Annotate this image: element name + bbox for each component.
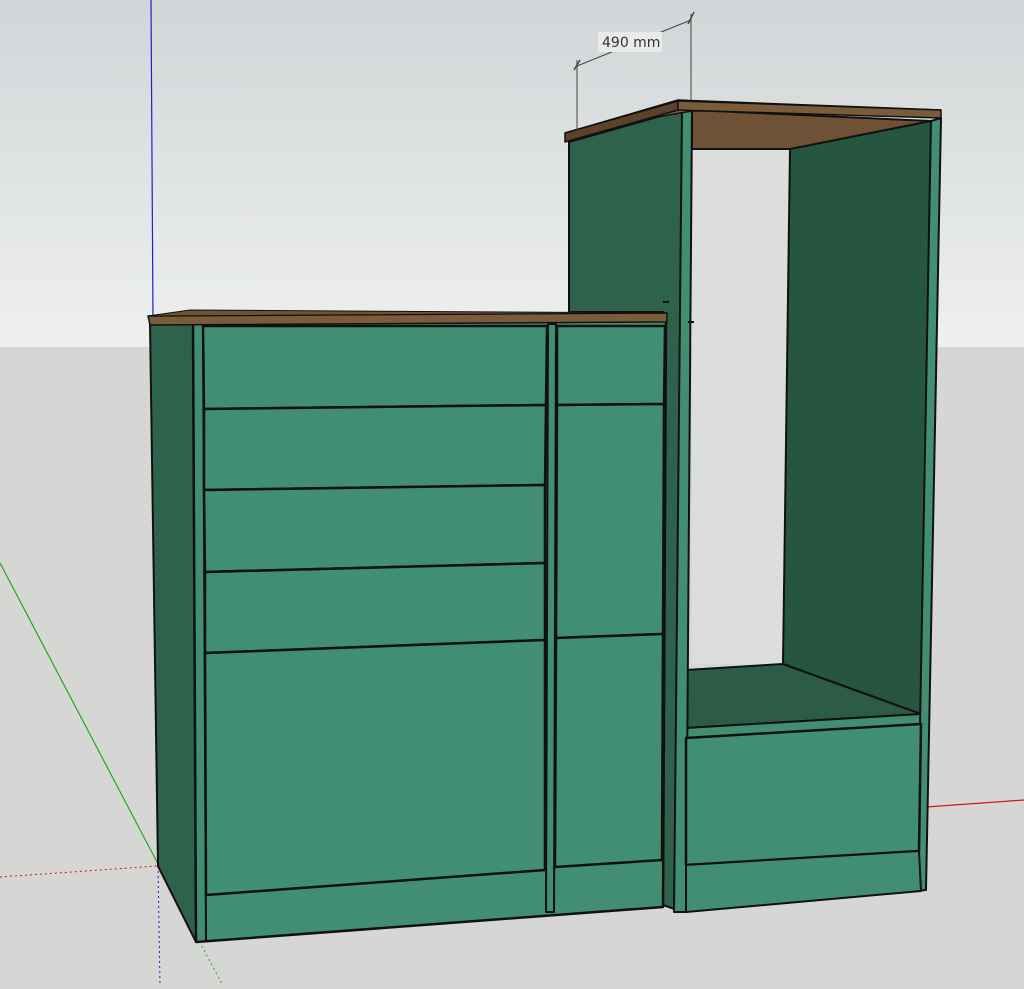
- sketchup-viewport[interactable]: 490 mm: [0, 0, 1024, 985]
- wide-drawer-5[interactable]: [203, 638, 547, 897]
- narrow-drawer-1[interactable]: [555, 324, 667, 407]
- tall-cabinet-back-wall: [692, 149, 790, 664]
- narrow-drawer-3[interactable]: [553, 632, 665, 869]
- narrow-drawer-2[interactable]: [554, 402, 666, 640]
- tall-cabinet-interior-right: [782, 120, 932, 715]
- wide-drawer-1[interactable]: [201, 324, 549, 411]
- wide-drawer-4[interactable]: [203, 561, 547, 655]
- model-canvas[interactable]: 490 mm: [0, 0, 1024, 985]
- tall-cabinet-drawer[interactable]: [684, 722, 923, 867]
- dimension-label: 490 mm: [602, 35, 660, 51]
- wide-drawer-3[interactable]: [202, 483, 547, 574]
- wide-drawer-2[interactable]: [202, 403, 548, 492]
- base-cabinet-left-side[interactable]: [149, 321, 197, 943]
- base-cabinet[interactable]: [147, 309, 668, 944]
